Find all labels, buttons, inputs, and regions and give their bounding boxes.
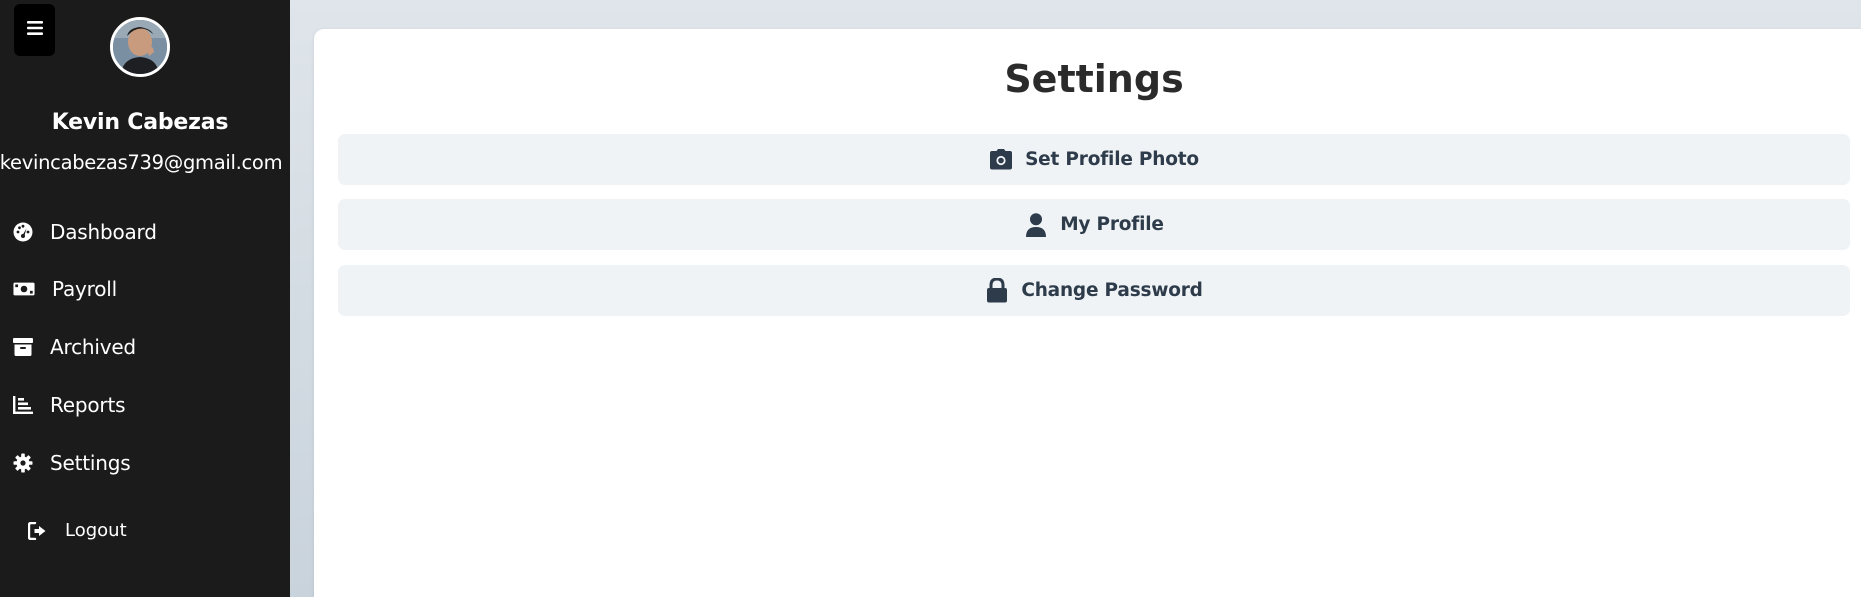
hamburger-icon xyxy=(26,20,43,40)
page-title: Settings xyxy=(1004,57,1184,101)
gauge-icon xyxy=(12,221,34,243)
user-icon xyxy=(1024,212,1048,237)
settings-card: Settings Set Profile Photo My Profile Ch… xyxy=(314,29,1861,597)
my-profile-button[interactable]: My Profile xyxy=(338,199,1850,250)
camera-icon xyxy=(989,148,1013,172)
change-password-button[interactable]: Change Password xyxy=(338,265,1850,316)
button-label: Set Profile Photo xyxy=(1025,149,1199,170)
sidebar-item-label: Settings xyxy=(50,451,131,475)
sidebar-item-label: Reports xyxy=(50,393,126,417)
bar-chart-icon xyxy=(12,394,34,416)
gear-icon xyxy=(12,452,34,474)
archive-box-icon xyxy=(12,336,34,358)
sidebar: Kevin Cabezas kevincabezas739@gmail.com … xyxy=(0,0,290,597)
sidebar-item-label: Archived xyxy=(50,335,136,359)
button-label: Change Password xyxy=(1021,280,1203,301)
lock-icon xyxy=(985,278,1009,303)
logout-label: Logout xyxy=(65,520,127,541)
menu-toggle-button[interactable] xyxy=(14,4,55,56)
sidebar-item-settings[interactable]: Settings xyxy=(0,443,290,483)
sign-out-icon xyxy=(27,521,49,541)
sidebar-item-archived[interactable]: Archived xyxy=(0,327,290,367)
sidebar-item-payroll[interactable]: Payroll xyxy=(0,269,290,309)
logout-button[interactable]: Logout xyxy=(0,512,290,550)
sidebar-item-dashboard[interactable]: Dashboard xyxy=(0,212,290,252)
sidebar-item-label: Dashboard xyxy=(50,220,157,244)
set-profile-photo-button[interactable]: Set Profile Photo xyxy=(338,134,1850,185)
button-label: My Profile xyxy=(1060,214,1164,235)
money-bill-icon xyxy=(13,278,35,300)
avatar[interactable] xyxy=(110,17,170,77)
user-name: Kevin Cabezas xyxy=(51,110,229,135)
user-email: kevincabezas739@gmail.com xyxy=(0,151,283,174)
sidebar-item-label: Payroll xyxy=(52,277,117,301)
sidebar-item-reports[interactable]: Reports xyxy=(0,385,290,425)
